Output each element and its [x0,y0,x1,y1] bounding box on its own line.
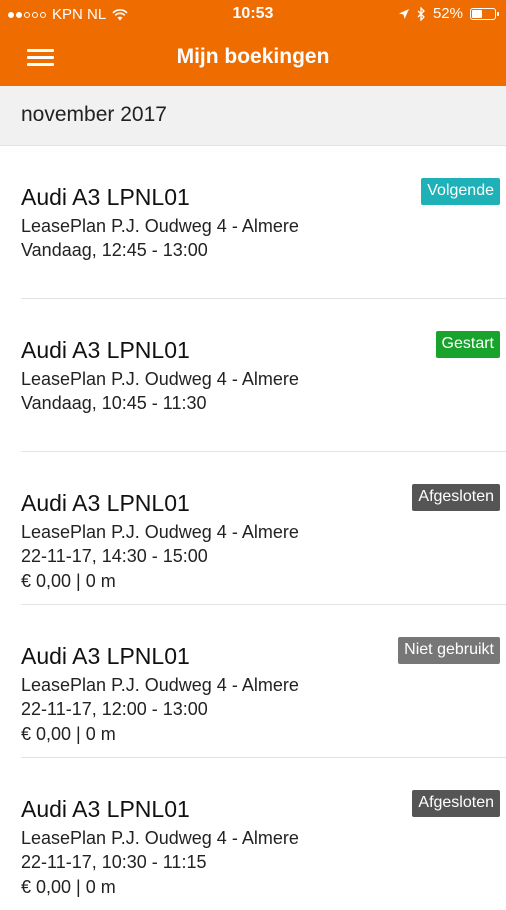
booking-time: 22-11-17, 12:00 - 13:00 [21,699,208,719]
location-arrow-icon [398,8,409,19]
month-label: november 2017 [21,103,167,126]
booking-location: LeasePlan P.J. Oudweg 4 - Almere [21,828,299,848]
booking-location: LeasePlan P.J. Oudweg 4 - Almere [21,369,299,389]
booking-time: 22-11-17, 10:30 - 11:15 [21,852,207,872]
booking-location: LeasePlan P.J. Oudweg 4 - Almere [21,675,299,695]
booking-car-name: Audi A3 LPNL01 [21,184,190,210]
booking-time: 22-11-17, 14:30 - 15:00 [21,546,208,566]
status-badge: Afgesloten [412,790,500,817]
page-title: Mijn boekingen [176,45,330,68]
booking-list: Audi A3 LPNL01 LeasePlan P.J. Oudweg 4 - … [0,146,506,910]
booking-cost-distance: € 0,00 | 0 m [21,724,116,744]
navigation-bar: Mijn boekingen [0,30,506,86]
booking-car-name: Audi A3 LPNL01 [21,490,190,516]
booking-location: LeasePlan P.J. Oudweg 4 - Almere [21,522,299,542]
battery-icon [470,7,499,20]
booking-car-name: Audi A3 LPNL01 [21,337,190,363]
status-badge: Afgesloten [412,484,500,511]
month-section-header: november 2017 [0,86,506,146]
booking-car-name: Audi A3 LPNL01 [21,796,190,822]
bluetooth-icon [417,6,425,21]
status-bar: KPN NL 10:53 52% [0,0,506,30]
booking-location: LeasePlan P.J. Oudweg 4 - Almere [21,216,299,236]
status-badge: Volgende [421,178,500,205]
booking-car-name: Audi A3 LPNL01 [21,643,190,669]
status-badge: Gestart [435,331,500,358]
app-header: KPN NL 10:53 52% Mijn boekingen [0,0,506,86]
battery-fill [472,9,482,18]
status-badge: Niet gebruikt [398,637,500,664]
booking-time: Vandaag, 10:45 - 11:30 [21,393,207,413]
booking-item[interactable]: Audi A3 LPNL01 LeasePlan P.J. Oudweg 4 - … [21,758,506,910]
status-right: 52% [398,5,499,22]
booking-item[interactable]: Audi A3 LPNL01 LeasePlan P.J. Oudweg 4 - … [21,146,506,299]
booking-cost-distance: € 0,00 | 0 m [21,571,116,591]
booking-item[interactable]: Audi A3 LPNL01 LeasePlan P.J. Oudweg 4 - … [21,299,506,452]
booking-item[interactable]: Audi A3 LPNL01 LeasePlan P.J. Oudweg 4 - … [21,605,506,758]
booking-item[interactable]: Audi A3 LPNL01 LeasePlan P.J. Oudweg 4 - … [21,452,506,605]
booking-cost-distance: € 0,00 | 0 m [21,877,116,897]
booking-time: Vandaag, 12:45 - 13:00 [21,240,208,260]
battery-percent: 52% [432,5,463,22]
